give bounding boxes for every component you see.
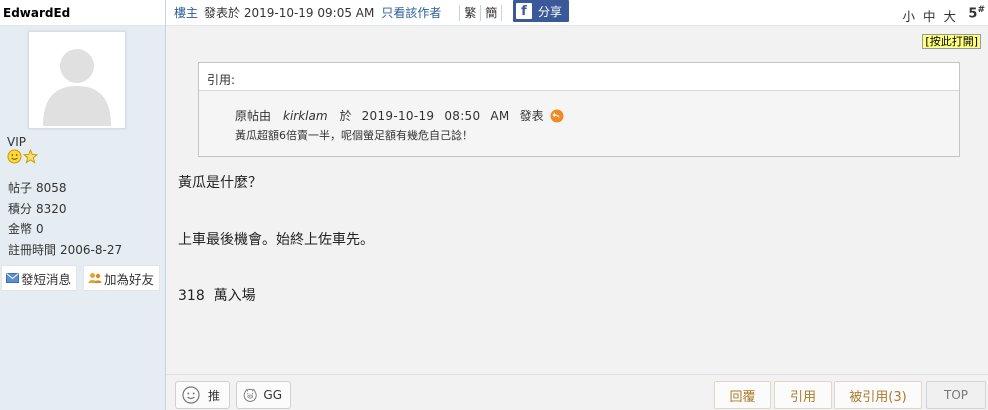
avatar[interactable] — [28, 31, 126, 129]
envelope-icon — [6, 273, 19, 283]
quote-button[interactable]: 引用 — [774, 381, 832, 409]
friends-icon — [88, 273, 102, 283]
quote-date: 2019-10-19 — [361, 108, 435, 123]
quote-ampm: AM — [490, 108, 510, 123]
user-rank: VIP — [7, 135, 26, 149]
divider — [501, 4, 503, 21]
gg-button[interactable]: GG — [236, 381, 291, 409]
default-avatar-icon — [29, 32, 125, 128]
user-stats: 帖子 8058 積分 8320 金幣 0 註冊時間 2006-8-27 — [8, 178, 122, 260]
author-only-link[interactable]: 只看該作者 — [381, 4, 441, 21]
open-print-button[interactable]: [按此打開] — [922, 34, 981, 49]
facebook-share-button[interactable]: f 分享 — [513, 0, 569, 22]
quote-block: 引用: 原帖由 kirklam 於 2019-10-19 08:50 AM 發表… — [198, 62, 960, 157]
post-timestamp: 發表於 2019-10-19 09:05 AM — [204, 6, 375, 20]
stat-posts: 帖子 8058 — [8, 181, 67, 195]
quote-header: 引用: — [199, 63, 959, 91]
quoted-by-button[interactable]: 被引用(3) — [834, 381, 922, 409]
back-to-top-button[interactable]: TOP — [926, 381, 986, 409]
star-icon — [23, 149, 38, 164]
post-header-bar: 樓主 發表於 2019-10-19 09:05 AM 只看該作者 繁 簡 — [166, 0, 988, 26]
divider — [480, 4, 482, 21]
stat-register-date: 註冊時間 2006-8-27 — [8, 242, 123, 257]
floor-number[interactable]: 5# — [968, 5, 985, 21]
pig-face-icon — [243, 388, 257, 402]
smiley-icon — [7, 149, 22, 164]
username[interactable]: EdwardEd — [3, 6, 70, 20]
quote-author[interactable]: kirklam — [283, 109, 328, 123]
op-badge: 樓主 — [174, 6, 199, 20]
quote-time: 08:50 — [444, 108, 481, 123]
user-sidebar: EdwardEd VIP 帖子 8058 積分 8320 金幣 0 註冊時間 2006-… — [0, 0, 166, 410]
quote-meta: 原帖由 kirklam 於 2019-10-19 08:50 AM 發表 — [235, 107, 564, 124]
add-friend-button[interactable]: 加為好友 — [83, 265, 160, 291]
font-large-button[interactable]: 大 — [943, 9, 958, 24]
rank-stars — [7, 149, 38, 164]
stat-coins: 金幣 0 — [8, 222, 44, 236]
username-bar: EdwardEd — [0, 0, 165, 26]
traditional-chinese-link[interactable]: 繁 — [464, 4, 476, 21]
post-line: 318 萬入場 — [178, 288, 256, 304]
post-line: 黃瓜是什麼？ — [178, 175, 262, 191]
simplified-chinese-link[interactable]: 簡 — [485, 4, 497, 21]
post-action-bar: 推 GG 回覆 引用 被引用(3) TOP — [166, 374, 988, 410]
font-size-switch: 小 中 大 — [902, 6, 958, 25]
quote-text: 黃瓜超額6倍賣一半，呢個螢足額有幾危自己諗！ — [235, 129, 473, 142]
post-content: 樓主 發表於 2019-10-19 09:05 AM 只看該作者 繁 簡 f 分… — [166, 0, 988, 410]
font-medium-button[interactable]: 中 — [923, 9, 938, 24]
post-line: 上車最後機會。始終上佐車先。 — [178, 232, 374, 248]
font-small-button[interactable]: 小 — [902, 9, 917, 24]
divider — [459, 4, 461, 21]
send-message-button[interactable]: 發短消息 — [1, 265, 77, 291]
recommend-button[interactable]: 推 — [175, 381, 230, 409]
reply-button[interactable]: 回覆 — [714, 381, 771, 409]
go-to-post-icon[interactable] — [550, 109, 564, 123]
facebook-icon: f — [516, 3, 532, 19]
smile-face-icon — [182, 386, 200, 404]
stat-points: 積分 8320 — [8, 201, 67, 216]
